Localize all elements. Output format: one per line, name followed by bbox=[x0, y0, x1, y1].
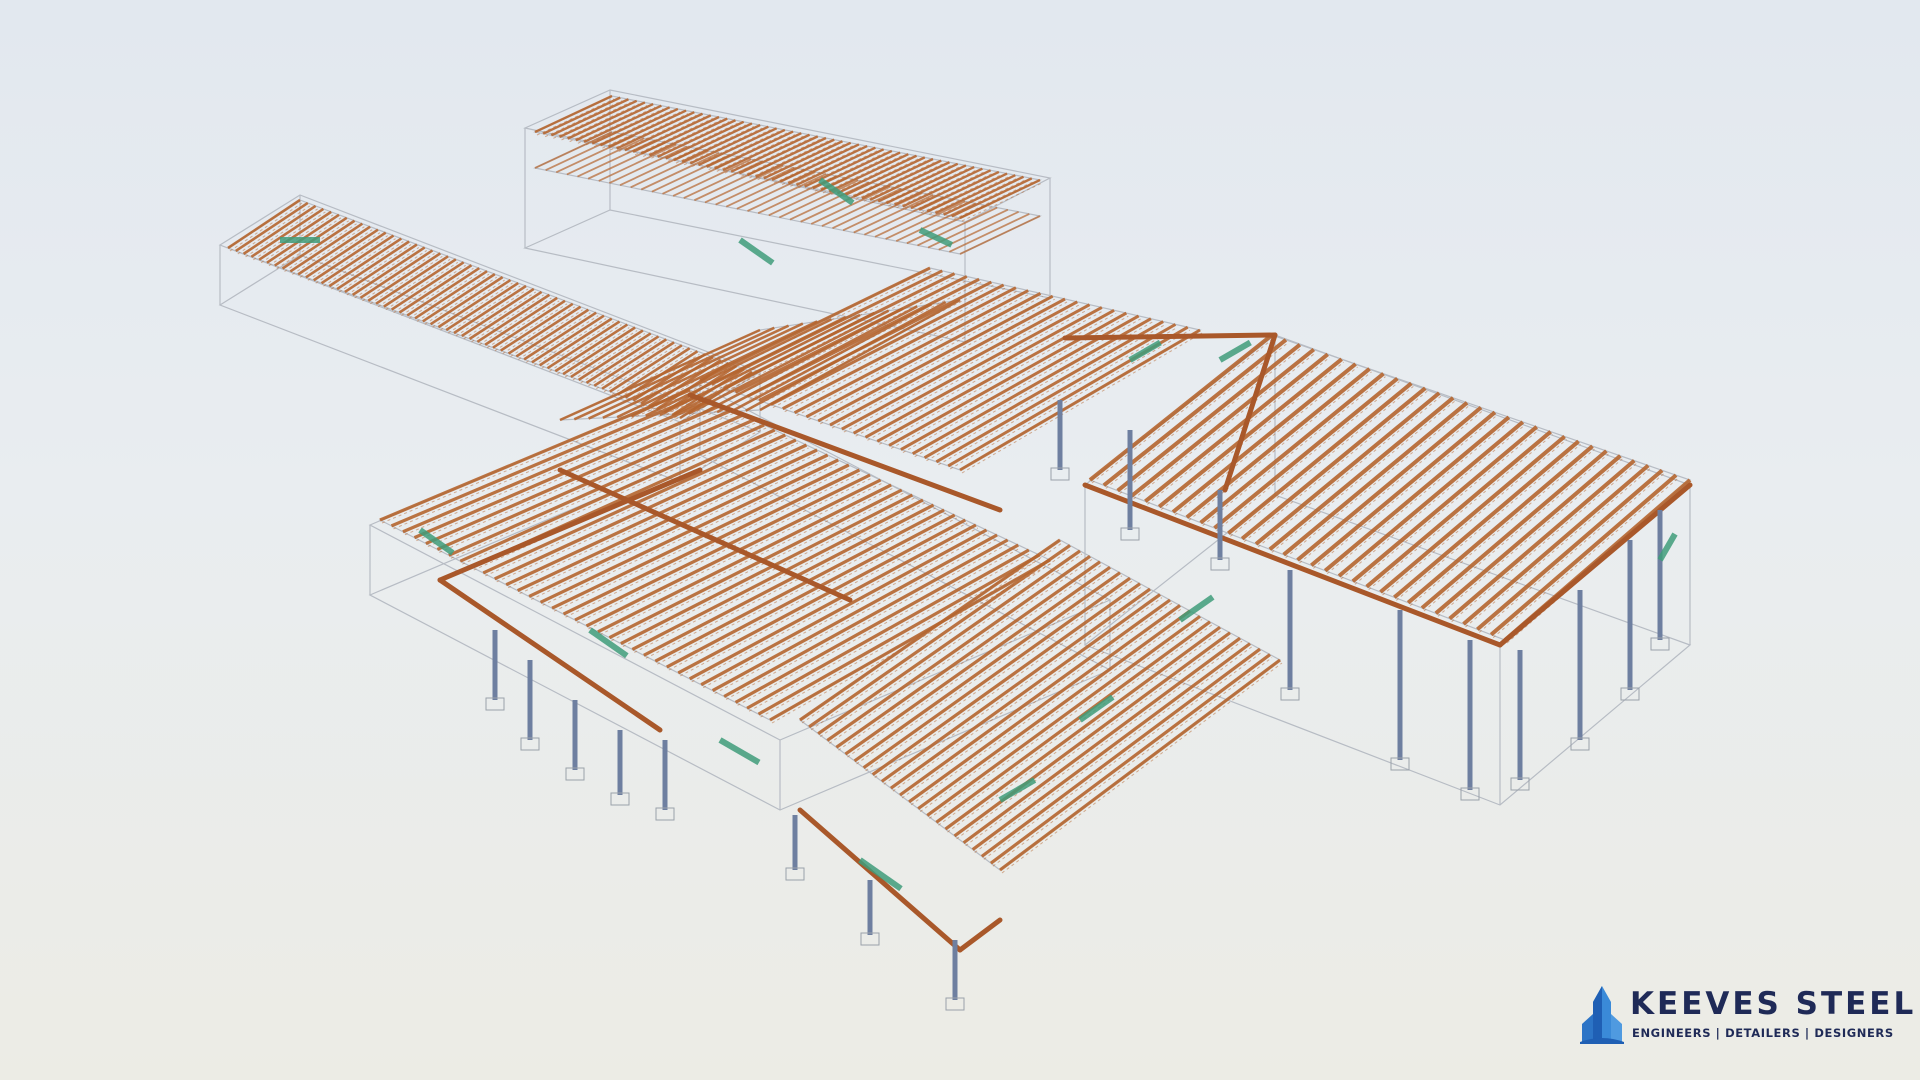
joist bbox=[534, 94, 613, 134]
brace bbox=[998, 777, 1037, 803]
joist bbox=[1476, 468, 1664, 631]
joist bbox=[953, 631, 1231, 838]
joist bbox=[1448, 459, 1636, 621]
joist bbox=[725, 168, 805, 208]
joist bbox=[889, 593, 1161, 790]
joist bbox=[1351, 425, 1539, 583]
joist-web bbox=[1091, 337, 1275, 484]
joist bbox=[1296, 405, 1483, 562]
joist bbox=[577, 139, 656, 178]
joist bbox=[1310, 410, 1497, 567]
joist bbox=[948, 213, 1030, 253]
brand-tagline: ENGINEERS | DETAILERS | DESIGNERS bbox=[1632, 1026, 1894, 1040]
joist bbox=[1489, 473, 1678, 637]
joist bbox=[944, 625, 1221, 831]
joist bbox=[908, 604, 1181, 804]
joist bbox=[1199, 372, 1385, 525]
joist bbox=[545, 133, 624, 171]
joist bbox=[1365, 430, 1552, 589]
joist bbox=[683, 160, 763, 199]
joist bbox=[1323, 415, 1511, 573]
girder bbox=[557, 467, 853, 603]
brace bbox=[858, 857, 903, 892]
wall-base bbox=[218, 254, 762, 483]
joist bbox=[800, 183, 880, 223]
bay-outline bbox=[378, 389, 1052, 721]
joist bbox=[1393, 439, 1580, 599]
joist-web bbox=[865, 580, 1133, 772]
joist bbox=[550, 98, 629, 137]
joist-web bbox=[856, 575, 1123, 765]
joist bbox=[715, 166, 795, 206]
wall-base bbox=[523, 209, 1052, 343]
joist bbox=[1434, 454, 1622, 615]
joist bbox=[959, 215, 1041, 255]
company-logo: KEEVES STEEL ENGINEERS | DETAILERS | DES… bbox=[1578, 984, 1913, 1046]
joist bbox=[1420, 449, 1608, 610]
joist bbox=[534, 131, 613, 169]
joist bbox=[906, 204, 987, 245]
brace bbox=[738, 237, 775, 266]
brace bbox=[718, 737, 761, 766]
building-tower-icon bbox=[1580, 986, 1624, 1044]
joist bbox=[923, 320, 1164, 460]
joist-web bbox=[1105, 342, 1289, 489]
joist bbox=[959, 328, 1201, 472]
steel-structure-model bbox=[218, 89, 1693, 1011]
brand-name: KEEVES STEEL bbox=[1630, 986, 1917, 1022]
girder bbox=[797, 807, 963, 953]
joist bbox=[1406, 444, 1594, 605]
joist bbox=[651, 154, 731, 193]
joist bbox=[608, 145, 688, 184]
girder bbox=[1062, 332, 1278, 341]
joist bbox=[899, 598, 1171, 797]
girder bbox=[957, 917, 1003, 953]
model-viewport[interactable] bbox=[0, 0, 1920, 1080]
joist bbox=[693, 162, 773, 202]
joist bbox=[1337, 420, 1525, 578]
joist bbox=[1379, 434, 1566, 594]
